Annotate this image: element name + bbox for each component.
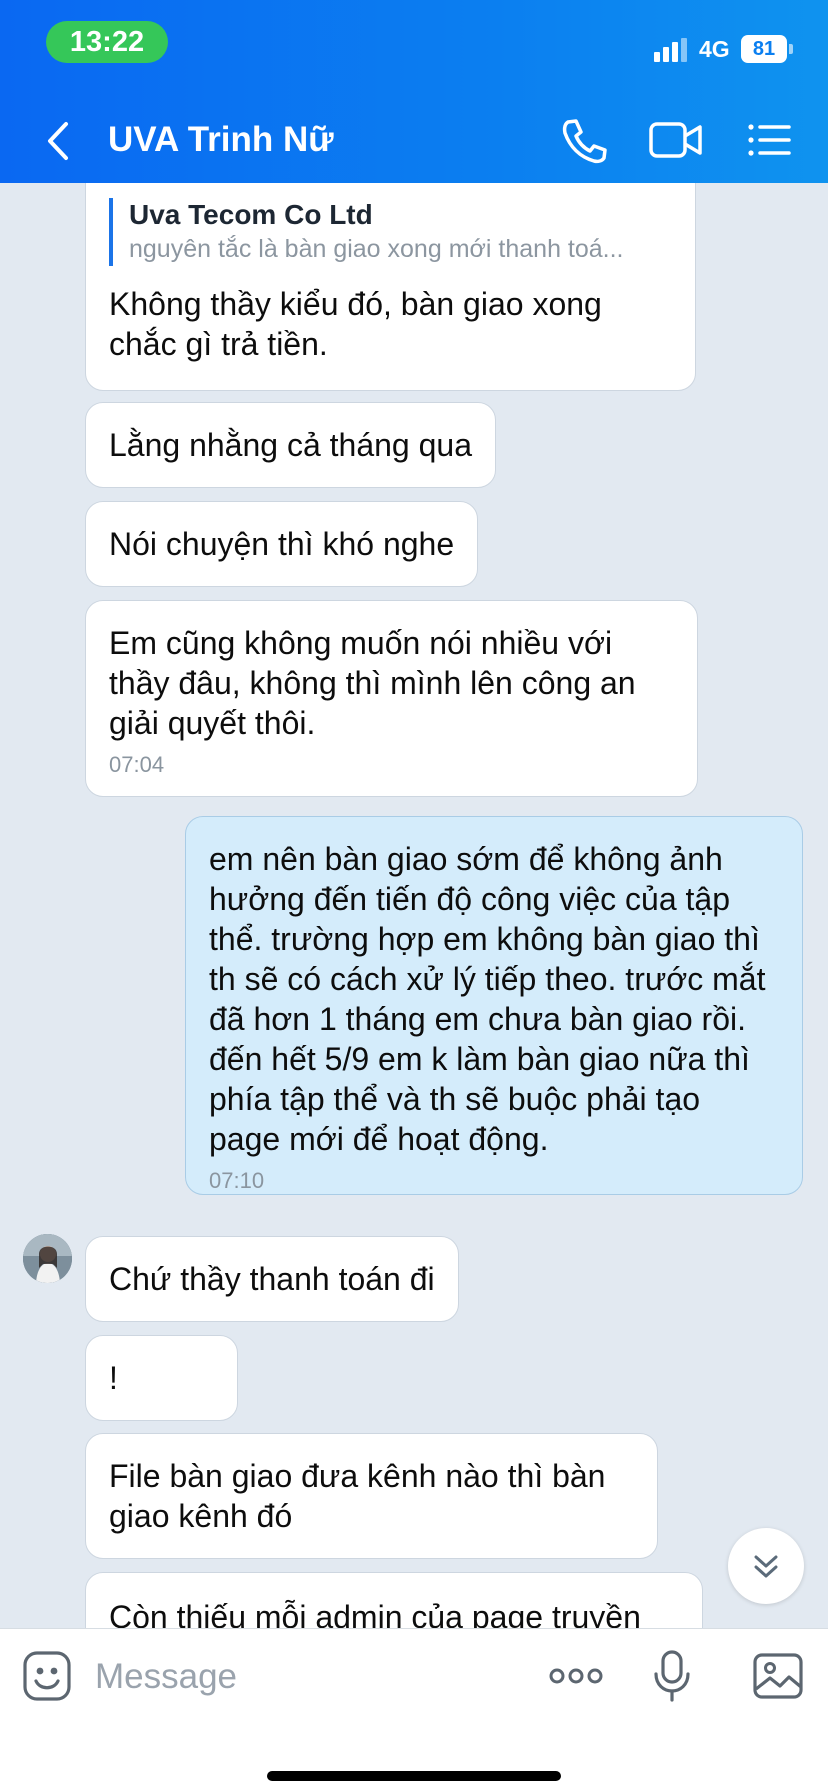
signal-icon [654, 38, 688, 62]
battery-icon [789, 44, 793, 54]
scroll-to-bottom-button[interactable] [728, 1528, 804, 1604]
message-text: File bàn giao đưa kênh nào thì bàn giao … [109, 1458, 606, 1534]
message-text: Không thầy kiểu đó, bàn giao xong chắc g… [109, 286, 602, 362]
message-list[interactable]: Uva Tecom Co Ltd nguyên tắc là bàn giao … [0, 183, 828, 1628]
message-input[interactable]: Message [95, 1657, 237, 1697]
contact-name[interactable]: UVA Trinh Nữ [108, 120, 334, 160]
battery-level: 81 [741, 35, 787, 63]
reply-quote[interactable]: Uva Tecom Co Ltd nguyên tắc là bàn giao … [109, 198, 672, 266]
message-bubble[interactable]: Nói chuyện thì khó nghe [85, 501, 479, 587]
gallery-button[interactable] [752, 1649, 804, 1703]
back-button[interactable] [40, 118, 76, 164]
call-button[interactable] [558, 116, 610, 164]
video-camera-icon [649, 122, 702, 158]
message-text: em nên bàn giao sớm để không ảnh hưởng đ… [209, 841, 766, 1157]
message-text: Em cũng không muốn nói nhiều với thầy đâ… [109, 625, 636, 741]
message-text: Nói chuyện thì khó nghe [109, 526, 455, 562]
chat-header: 13:22 4G 81 UVA Trinh Nữ [0, 0, 828, 183]
message-bubble[interactable]: Uva Tecom Co Ltd nguyên tắc là bàn giao … [85, 183, 696, 391]
more-dots-icon [549, 1668, 603, 1684]
message-text: Chứ thầy thanh toán đi [109, 1261, 435, 1297]
voice-button[interactable] [652, 1649, 692, 1703]
microphone-icon [654, 1650, 690, 1702]
quote-text: nguyên tắc là bàn giao xong mới thanh to… [129, 235, 624, 263]
my-message-bubble[interactable]: em nên bàn giao sớm để không ảnh hưởng đ… [185, 816, 803, 1195]
video-call-button[interactable] [648, 116, 704, 164]
phone-icon [562, 119, 607, 164]
home-indicator [267, 1771, 561, 1781]
double-chevron-down-icon [754, 1555, 778, 1578]
message-text: Còn thiếu mỗi admin của page truyền [109, 1599, 641, 1628]
message-bubble[interactable]: Em cũng không muốn nói nhiều với thầy đâ… [85, 600, 698, 797]
sender-avatar[interactable] [23, 1234, 72, 1283]
image-icon [753, 1653, 803, 1699]
status-time: 13:22 [46, 21, 168, 63]
message-bubble[interactable]: Còn thiếu mỗi admin của page truyền [85, 1572, 703, 1628]
quote-sender: Uva Tecom Co Ltd [129, 199, 373, 230]
menu-button[interactable] [745, 116, 797, 164]
emoji-icon [23, 1651, 71, 1701]
message-bubble[interactable]: File bàn giao đưa kênh nào thì bàn giao … [85, 1433, 658, 1559]
message-bubble[interactable]: Chứ thầy thanh toán đi [85, 1236, 459, 1322]
message-bubble[interactable]: ! [85, 1335, 238, 1421]
more-button[interactable] [548, 1649, 604, 1703]
chevron-left-icon [48, 122, 68, 160]
message-time: 07:10 [209, 1168, 265, 1193]
message-bubble[interactable]: Lằng nhằng cả tháng qua [85, 402, 496, 488]
message-text: ! [109, 1360, 118, 1396]
list-icon [748, 124, 791, 156]
message-time: 07:04 [109, 752, 165, 777]
network-type: 4G [699, 36, 730, 62]
avatar-image [23, 1234, 72, 1283]
message-composer: Message [0, 1628, 828, 1792]
message-text: Lằng nhằng cả tháng qua [109, 427, 472, 463]
emoji-button[interactable] [22, 1649, 74, 1703]
